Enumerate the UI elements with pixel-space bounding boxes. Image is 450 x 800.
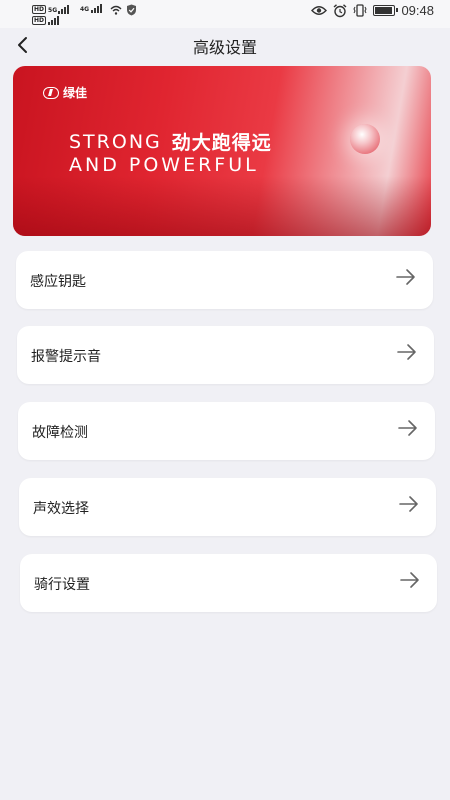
hd-icon: HD bbox=[32, 16, 47, 25]
wifi-icon bbox=[110, 5, 122, 15]
sim2-signal: HD bbox=[32, 14, 60, 25]
arrow-right-icon bbox=[398, 420, 417, 436]
arrow-right-icon bbox=[399, 496, 418, 512]
setting-label: 故障检测 bbox=[32, 425, 88, 441]
setting-item-riding-settings[interactable]: 骑行设置 bbox=[20, 554, 437, 612]
eye-icon bbox=[311, 6, 328, 15]
hd-icon: HD bbox=[32, 5, 47, 14]
brand-logo-icon bbox=[43, 86, 59, 99]
brand-name: 绿佳 bbox=[63, 86, 88, 100]
vibrate-icon bbox=[353, 4, 368, 17]
setting-label: 报警提示音 bbox=[31, 349, 101, 365]
status-right: 09:48 bbox=[311, 3, 434, 18]
signal-icon bbox=[58, 5, 70, 14]
network-type: 5G bbox=[48, 7, 58, 14]
network-type: 4G bbox=[80, 6, 90, 13]
promo-banner: 绿佳 STRONG 劲大跑得远 AND POWERFUL bbox=[13, 66, 431, 236]
banner-slogan-cn: 劲大跑得远 bbox=[171, 132, 272, 154]
arrow-right-icon bbox=[396, 269, 415, 285]
arrow-right-icon bbox=[397, 344, 416, 360]
signal-icon bbox=[91, 4, 103, 13]
sim1-signal: HD 5G bbox=[32, 3, 70, 14]
banner-slogan-en: STRONG bbox=[69, 130, 162, 153]
sim1-4g: 4G bbox=[80, 4, 103, 13]
signal-icon bbox=[48, 16, 60, 25]
setting-item-alarm-sound[interactable]: 报警提示音 bbox=[17, 326, 434, 384]
setting-label: 感应钥匙 bbox=[30, 274, 86, 290]
battery-fill bbox=[375, 7, 393, 14]
clock: 09:48 bbox=[401, 3, 434, 18]
banner-slogan-line1: STRONG 劲大跑得远 bbox=[69, 128, 272, 155]
status-bar: HD 5G HD 4G 09:48 bbox=[0, 0, 450, 28]
arrow-right-icon bbox=[400, 572, 419, 588]
alarm-icon bbox=[333, 3, 347, 17]
header: 高级设置 bbox=[0, 28, 450, 62]
battery-icon bbox=[373, 5, 399, 16]
setting-item-sound-effect[interactable]: 声效选择 bbox=[19, 478, 436, 536]
shield-icon bbox=[127, 4, 136, 16]
setting-label: 骑行设置 bbox=[34, 577, 90, 593]
banner-orb-graphic bbox=[350, 124, 380, 154]
banner-slogan-line2: AND POWERFUL bbox=[69, 154, 259, 176]
brand-logo: 绿佳 bbox=[43, 84, 87, 101]
setting-item-induction-key[interactable]: 感应钥匙 bbox=[16, 251, 433, 309]
page-title: 高级设置 bbox=[192, 38, 257, 57]
banner-road-graphic bbox=[13, 176, 431, 236]
setting-item-fault-detection[interactable]: 故障检测 bbox=[18, 402, 435, 460]
sim-signals: HD 5G HD 4G bbox=[32, 3, 142, 25]
setting-label: 声效选择 bbox=[33, 501, 89, 517]
